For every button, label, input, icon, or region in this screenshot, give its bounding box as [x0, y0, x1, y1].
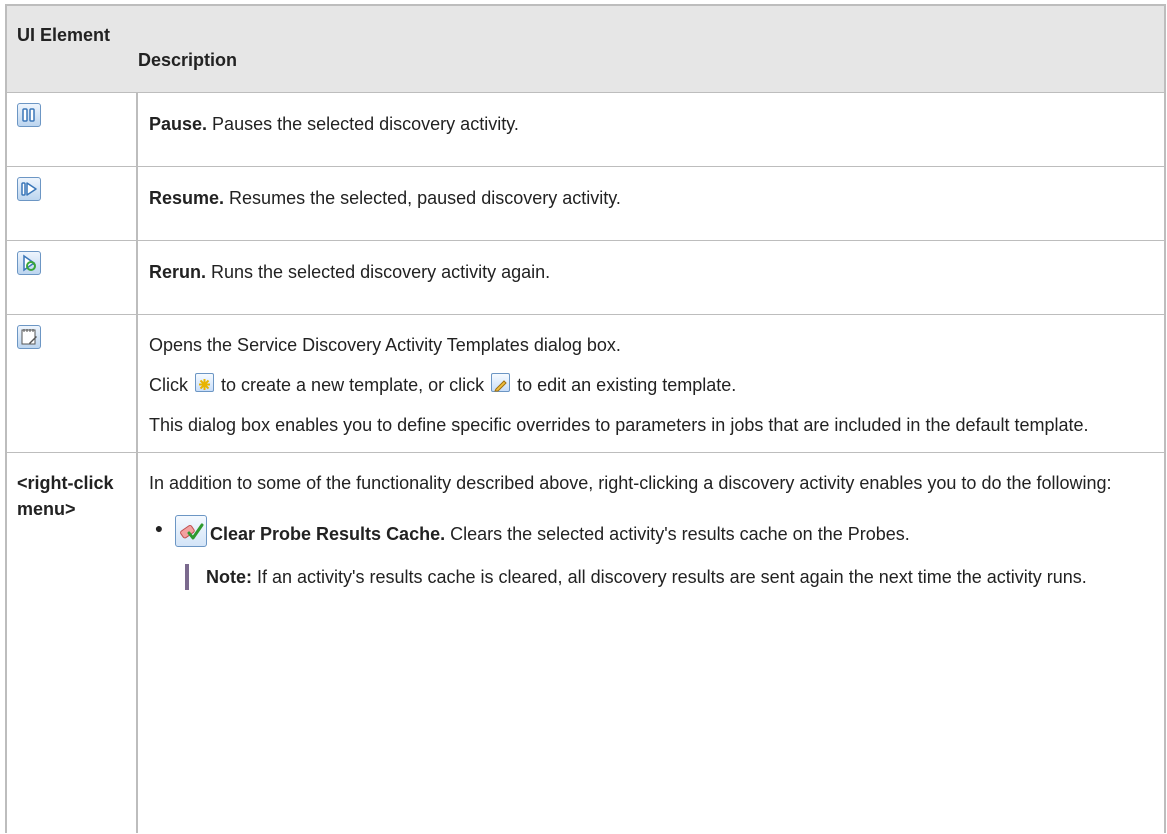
row-description: Resume. Resumes the selected, paused dis… — [149, 188, 621, 208]
header-description: Description — [138, 50, 238, 70]
table-row: <right-click menu> In addition to some o… — [7, 453, 1164, 833]
resume-icon — [17, 177, 41, 201]
note-callout: Note: If an activity's results cache is … — [185, 564, 1152, 590]
list-item: ● Clear Probe Results Cache. Clears the … — [149, 515, 1152, 548]
row-description: In addition to some of the functionality… — [149, 473, 1112, 493]
row-description: Pause. Pauses the selected discovery act… — [149, 114, 519, 134]
new-template-icon — [195, 373, 214, 392]
row-description: Opens the Service Discovery Activity Tem… — [149, 335, 621, 355]
row-instruction: Click to create a new template, or click… — [149, 373, 737, 395]
table-row: Resume. Resumes the selected, paused dis… — [7, 167, 1164, 241]
right-click-menu-label: <right-click menu> — [7, 453, 138, 833]
header-ui-element: UI Element — [17, 25, 111, 45]
bullet-icon: ● — [154, 520, 164, 536]
table-row: Opens the Service Discovery Activity Tem… — [7, 315, 1164, 453]
clear-cache-icon — [175, 515, 207, 547]
templates-icon — [17, 325, 41, 349]
pause-icon — [17, 103, 41, 127]
table-row: Rerun. Runs the selected discovery activ… — [7, 241, 1164, 315]
rerun-icon — [17, 251, 41, 275]
row-description: Rerun. Runs the selected discovery activ… — [149, 262, 551, 282]
row-detail: This dialog box enables you to define sp… — [149, 415, 1089, 435]
table-row: Pause. Pauses the selected discovery act… — [7, 93, 1164, 167]
edit-template-icon — [491, 373, 511, 392]
table-header: UI Element Description — [7, 4, 1164, 93]
ui-elements-table: UI Element Description Pause. Pauses the… — [5, 4, 1166, 833]
